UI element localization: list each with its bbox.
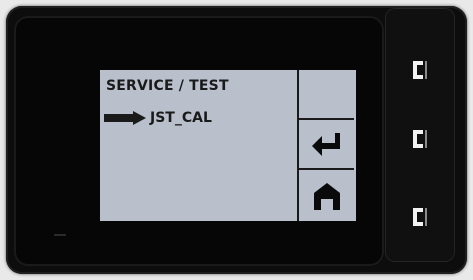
side-button-top[interactable]	[409, 59, 431, 81]
softkey-blank[interactable]	[297, 70, 354, 120]
menu-area: SERVICE / TEST JST_CAL	[100, 70, 296, 221]
lcd-screen: SERVICE / TEST JST_CAL	[100, 70, 356, 221]
side-button-bottom[interactable]	[409, 206, 431, 228]
softkey-home[interactable]	[297, 170, 354, 221]
selection-arrow-icon	[104, 111, 146, 125]
side-button-middle[interactable]	[409, 128, 431, 150]
menu-item-selected[interactable]: JST_CAL	[104, 108, 212, 128]
menu-title: SERVICE / TEST	[106, 78, 229, 94]
status-indicator	[54, 234, 66, 236]
menu-item-label: JST_CAL	[150, 110, 212, 126]
softkey-enter[interactable]	[297, 120, 354, 170]
home-icon	[313, 182, 340, 210]
enter-return-icon	[311, 133, 340, 156]
softkey-column	[297, 70, 356, 221]
